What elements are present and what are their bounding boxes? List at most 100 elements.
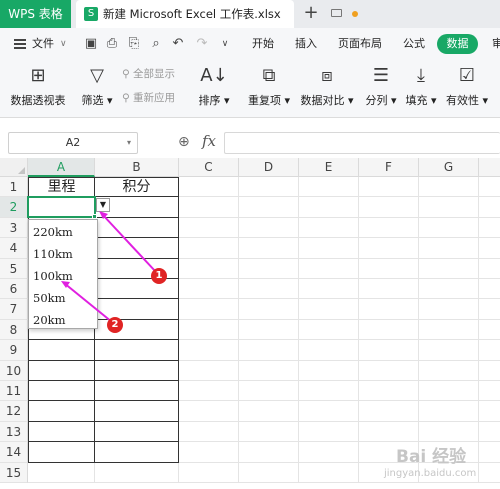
cell-d6[interactable] (239, 279, 299, 299)
cell-f10[interactable] (359, 361, 419, 381)
column-header-a[interactable]: A (28, 158, 95, 177)
duplicates-button[interactable]: ⧉ 重复项 ▾ (246, 64, 292, 108)
active-cell-a2[interactable] (27, 196, 96, 218)
print-icon[interactable]: ⎘ (127, 37, 141, 51)
cell-c15[interactable] (179, 463, 239, 483)
cell-e4[interactable] (299, 238, 359, 259)
cell-h11[interactable] (479, 381, 500, 401)
cell-e14[interactable] (299, 442, 359, 463)
document-tab[interactable]: S 新建 Microsoft Excel 工作表.xlsx (76, 0, 358, 28)
cell-e6[interactable] (299, 279, 359, 299)
dropdown-arrow-button[interactable]: ▼ (96, 198, 110, 212)
column-header-b[interactable]: B (95, 158, 179, 177)
name-box-chevron-icon[interactable]: ▾ (127, 133, 131, 153)
cell-e15[interactable] (299, 463, 359, 483)
row-header-11[interactable]: 11 (0, 381, 28, 401)
cell-f6[interactable] (359, 279, 419, 299)
cell-a1[interactable]: 里程 (28, 177, 95, 197)
cell-d11[interactable] (239, 381, 299, 401)
cell-g2[interactable] (419, 197, 479, 218)
cell-d2[interactable] (239, 197, 299, 218)
cell-b11[interactable] (95, 381, 179, 401)
sort-button[interactable]: A↓ 排序 ▾ (196, 64, 232, 108)
column-header-g[interactable]: G (419, 158, 479, 177)
cell-g4[interactable] (419, 238, 479, 259)
cell-d14[interactable] (239, 442, 299, 463)
cell-c1[interactable] (179, 177, 239, 197)
cell-h1[interactable] (479, 177, 500, 197)
wps-home-tab[interactable]: WPS 表格 (0, 0, 71, 28)
cell-d7[interactable] (239, 299, 299, 320)
dropdown-option[interactable]: 110km (33, 244, 73, 264)
menu-tab-insert[interactable]: 插入 (295, 28, 317, 60)
cell-c5[interactable] (179, 259, 239, 279)
cell-e3[interactable] (299, 218, 359, 238)
cell-b6[interactable] (95, 279, 179, 299)
cell-c10[interactable] (179, 361, 239, 381)
row-header-13[interactable]: 13 (0, 422, 28, 442)
name-box[interactable]: A2 ▾ (8, 132, 138, 154)
cell-h9[interactable] (479, 340, 500, 361)
cell-a15[interactable] (28, 463, 95, 483)
cell-f2[interactable] (359, 197, 419, 218)
cell-e5[interactable] (299, 259, 359, 279)
cell-g13[interactable] (419, 422, 479, 442)
cell-g5[interactable] (419, 259, 479, 279)
formula-input[interactable] (224, 132, 500, 154)
cell-h8[interactable] (479, 320, 500, 340)
cell-b13[interactable] (95, 422, 179, 442)
dropdown-option[interactable]: 50km (33, 288, 66, 308)
cell-b7[interactable] (95, 299, 179, 320)
cell-e1[interactable] (299, 177, 359, 197)
cell-f1[interactable] (359, 177, 419, 197)
cell-f3[interactable] (359, 218, 419, 238)
monitor-icon[interactable] (331, 9, 342, 17)
dropdown-option[interactable]: 100km (33, 266, 73, 286)
select-all-corner[interactable] (0, 158, 28, 177)
menu-tab-formulas[interactable]: 公式 (403, 28, 425, 60)
insert-function-icon[interactable]: fx (202, 132, 216, 150)
zoom-search-icon[interactable]: ⊕ (178, 134, 190, 150)
undo-icon[interactable]: ↶ (171, 37, 185, 51)
cell-h5[interactable] (479, 259, 500, 279)
cell-d13[interactable] (239, 422, 299, 442)
cell-f13[interactable] (359, 422, 419, 442)
pivot-table-button[interactable]: ⊞ 数据透视表 (8, 64, 68, 108)
menu-tab-data[interactable]: 数据 (437, 34, 478, 54)
row-header-6[interactable]: 6 (0, 279, 28, 299)
cell-b1[interactable]: 积分 (95, 177, 179, 197)
cell-h4[interactable] (479, 238, 500, 259)
column-header-h[interactable] (479, 158, 500, 177)
cell-g1[interactable] (419, 177, 479, 197)
reapply-button[interactable]: ⚲ 重新应用 (122, 90, 175, 105)
cell-c3[interactable] (179, 218, 239, 238)
cell-h3[interactable] (479, 218, 500, 238)
cell-d15[interactable] (239, 463, 299, 483)
cell-d4[interactable] (239, 238, 299, 259)
cell-d9[interactable] (239, 340, 299, 361)
cell-a12[interactable] (28, 401, 95, 422)
cell-f11[interactable] (359, 381, 419, 401)
row-header-9[interactable]: 9 (0, 340, 28, 361)
cell-e13[interactable] (299, 422, 359, 442)
row-header-14[interactable]: 14 (0, 442, 28, 463)
cell-f7[interactable] (359, 299, 419, 320)
cell-g9[interactable] (419, 340, 479, 361)
text-to-columns-button[interactable]: ☰ 分列 ▾ (364, 64, 398, 108)
row-header-4[interactable]: 4 (0, 238, 28, 259)
cell-c2[interactable] (179, 197, 239, 218)
data-compare-button[interactable]: ⧈ 数据对比 ▾ (296, 64, 358, 108)
cell-g11[interactable] (419, 381, 479, 401)
fill-button[interactable]: ⤓ 填充 ▾ (404, 64, 438, 108)
row-header-7[interactable]: 7 (0, 299, 28, 320)
dropdown-option[interactable]: 20km (33, 310, 66, 330)
cell-h6[interactable] (479, 279, 500, 299)
cell-c9[interactable] (179, 340, 239, 361)
menu-tab-review[interactable]: 审 (492, 28, 500, 60)
cell-d12[interactable] (239, 401, 299, 422)
column-header-e[interactable]: E (299, 158, 359, 177)
cell-h7[interactable] (479, 299, 500, 320)
cell-b15[interactable] (95, 463, 179, 483)
cell-g7[interactable] (419, 299, 479, 320)
cell-e10[interactable] (299, 361, 359, 381)
